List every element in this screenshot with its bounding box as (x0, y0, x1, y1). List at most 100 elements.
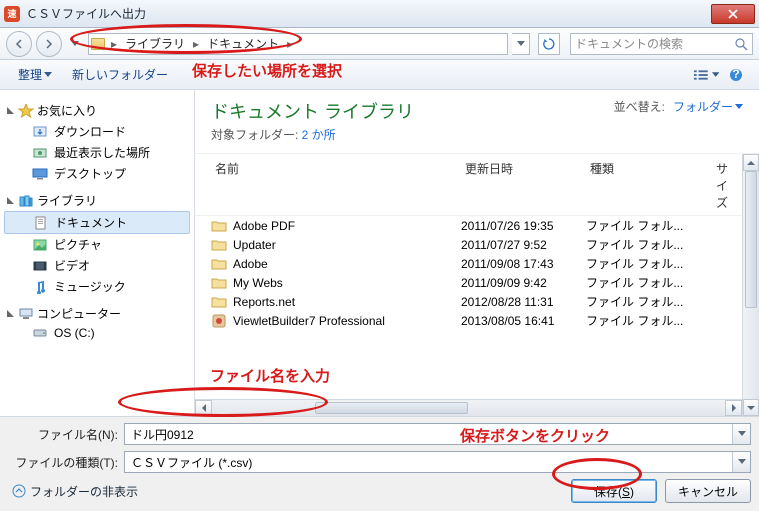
filename-label: ファイル名(N): (8, 426, 118, 443)
table-row[interactable]: ViewletBuilder7 Professional 2013/08/05 1… (195, 311, 742, 330)
computer-icon (18, 307, 34, 321)
chevron-right-icon[interactable]: ▸ (285, 37, 295, 51)
document-icon (33, 216, 49, 230)
sidebar-item-downloads[interactable]: ダウンロード (0, 121, 194, 142)
app-icon (211, 314, 227, 328)
breadcrumb-libraries[interactable]: ライブラリ (121, 35, 189, 52)
table-row[interactable]: Adobe PDF2011/07/26 19:35ファイル フォル... (195, 216, 742, 235)
chevron-right-icon[interactable]: ▸ (191, 37, 201, 51)
file-type: ファイル フォル... (586, 274, 701, 291)
sidebar-item-recent[interactable]: 最近表示した場所 (0, 142, 194, 163)
sidebar-item-pictures[interactable]: ピクチャ (0, 234, 194, 255)
scroll-down-icon[interactable] (743, 399, 759, 416)
sidebar-libraries-header[interactable]: ライブラリ (0, 190, 194, 211)
table-row[interactable]: Reports.net 2012/08/28 11:31ファイル フォル... (195, 292, 742, 311)
file-type: ファイル フォル... (586, 236, 701, 253)
sidebar-item-documents[interactable]: ドキュメント (4, 211, 190, 234)
help-button[interactable]: ? (723, 64, 749, 86)
file-date: 2011/07/27 9:52 (461, 238, 586, 252)
sidebar-computer-header[interactable]: コンピューター (0, 303, 194, 324)
video-icon (32, 259, 48, 273)
scroll-left-icon[interactable] (195, 400, 212, 416)
page-title: ドキュメント ライブラリ (211, 98, 614, 124)
folder-icon (211, 219, 227, 233)
bottom-panel: ファイル名(N): ドル円0912 ファイルの種類(T): ＣＳＶファイル (*… (0, 416, 759, 511)
download-icon (32, 125, 48, 139)
sidebar-item-desktop[interactable]: デスクトップ (0, 163, 194, 184)
back-button[interactable] (6, 31, 32, 57)
sidebar-favorites-header[interactable]: お気に入り (0, 100, 194, 121)
filetype-label: ファイルの種類(T): (8, 454, 118, 471)
filetype-dropdown[interactable] (732, 452, 750, 472)
sidebar: お気に入り ダウンロード 最近表示した場所 デスクトップ ライブラリ (0, 90, 195, 416)
sort-dropdown[interactable]: フォルダー (673, 98, 743, 115)
column-date[interactable]: 更新日時 (461, 158, 586, 213)
column-size[interactable]: サイズ (701, 158, 732, 213)
page-subtitle: 対象フォルダー: 2 か所 (211, 126, 614, 143)
refresh-button[interactable] (538, 33, 560, 55)
scroll-up-icon[interactable] (743, 154, 759, 171)
history-dropdown[interactable] (66, 33, 84, 55)
chevron-up-icon (12, 484, 26, 498)
new-folder-button[interactable]: 新しいフォルダー (64, 63, 176, 86)
column-name[interactable]: 名前 (211, 158, 461, 213)
view-options-button[interactable] (693, 64, 719, 86)
close-button[interactable] (711, 4, 755, 24)
sidebar-item-os-c[interactable]: OS (C:) (0, 324, 194, 342)
recent-icon (32, 146, 48, 160)
file-name: Reports.net (233, 295, 295, 309)
file-date: 2011/09/09 9:42 (461, 276, 586, 290)
vertical-scrollbar[interactable] (742, 154, 759, 416)
file-name: Adobe PDF (233, 219, 295, 233)
main-panel: ドキュメント ライブラリ 対象フォルダー: 2 か所 並べ替え: フォルダー 名… (195, 90, 759, 416)
search-placeholder: ドキュメントの検索 (575, 35, 683, 52)
table-row[interactable]: My Webs 2011/09/09 9:42ファイル フォル... (195, 273, 742, 292)
filename-input[interactable]: ドル円0912 (124, 423, 751, 445)
breadcrumb-documents[interactable]: ドキュメント (203, 35, 283, 52)
table-row[interactable]: Updater 2011/07/27 9:52ファイル フォル... (195, 235, 742, 254)
folder-icon (211, 257, 227, 271)
file-name: ViewletBuilder7 Professional (233, 314, 385, 328)
forward-button[interactable] (36, 31, 62, 57)
column-type[interactable]: 種類 (586, 158, 701, 213)
file-type: ファイル フォル... (586, 312, 701, 329)
scroll-thumb[interactable] (315, 402, 469, 414)
star-icon (18, 104, 34, 118)
table-row[interactable]: Adobe2011/09/08 17:43ファイル フォル... (195, 254, 742, 273)
desktop-icon (32, 167, 48, 181)
chevron-right-icon[interactable]: ▸ (109, 37, 119, 51)
search-input[interactable]: ドキュメントの検索 (570, 33, 753, 55)
file-date: 2013/08/05 16:41 (461, 314, 586, 328)
cancel-button[interactable]: キャンセル (665, 479, 751, 503)
folder-icon (211, 295, 227, 309)
column-headers: 名前 更新日時 種類 サイズ (195, 154, 742, 216)
scroll-thumb[interactable] (745, 171, 757, 308)
breadcrumb[interactable]: ▸ ライブラリ ▸ ドキュメント ▸ (88, 33, 508, 55)
titlebar: 速 ＣＳＶファイルへ出力 (0, 0, 759, 28)
file-date: 2012/08/28 11:31 (461, 295, 586, 309)
breadcrumb-dropdown[interactable] (512, 33, 530, 55)
sidebar-item-music[interactable]: ミュージック (0, 276, 194, 297)
organize-button[interactable]: 整理 (10, 63, 60, 86)
window-title: ＣＳＶファイルへ出力 (26, 5, 711, 22)
toolbar: 整理 新しいフォルダー ? (0, 60, 759, 90)
scroll-right-icon[interactable] (725, 400, 742, 416)
folder-count-link[interactable]: 2 か所 (302, 128, 336, 142)
file-date: 2011/07/26 19:35 (461, 219, 586, 233)
filename-dropdown[interactable] (732, 424, 750, 444)
sort-control: 並べ替え: フォルダー (614, 98, 743, 115)
disk-icon (32, 326, 48, 340)
horizontal-scrollbar[interactable] (195, 399, 742, 416)
save-button[interactable]: 保存(S) (571, 479, 657, 503)
navbar: ▸ ライブラリ ▸ ドキュメント ▸ ドキュメントの検索 (0, 28, 759, 60)
folder-icon (211, 276, 227, 290)
file-name: Updater (233, 238, 276, 252)
sidebar-item-videos[interactable]: ビデオ (0, 255, 194, 276)
file-name: My Webs (233, 276, 283, 290)
file-type: ファイル フォル... (586, 293, 701, 310)
filetype-select[interactable]: ＣＳＶファイル (*.csv) (124, 451, 751, 473)
hide-folders-toggle[interactable]: フォルダーの非表示 (8, 483, 138, 500)
app-icon: 速 (4, 6, 20, 22)
library-icon (18, 194, 34, 208)
file-name: Adobe (233, 257, 268, 271)
